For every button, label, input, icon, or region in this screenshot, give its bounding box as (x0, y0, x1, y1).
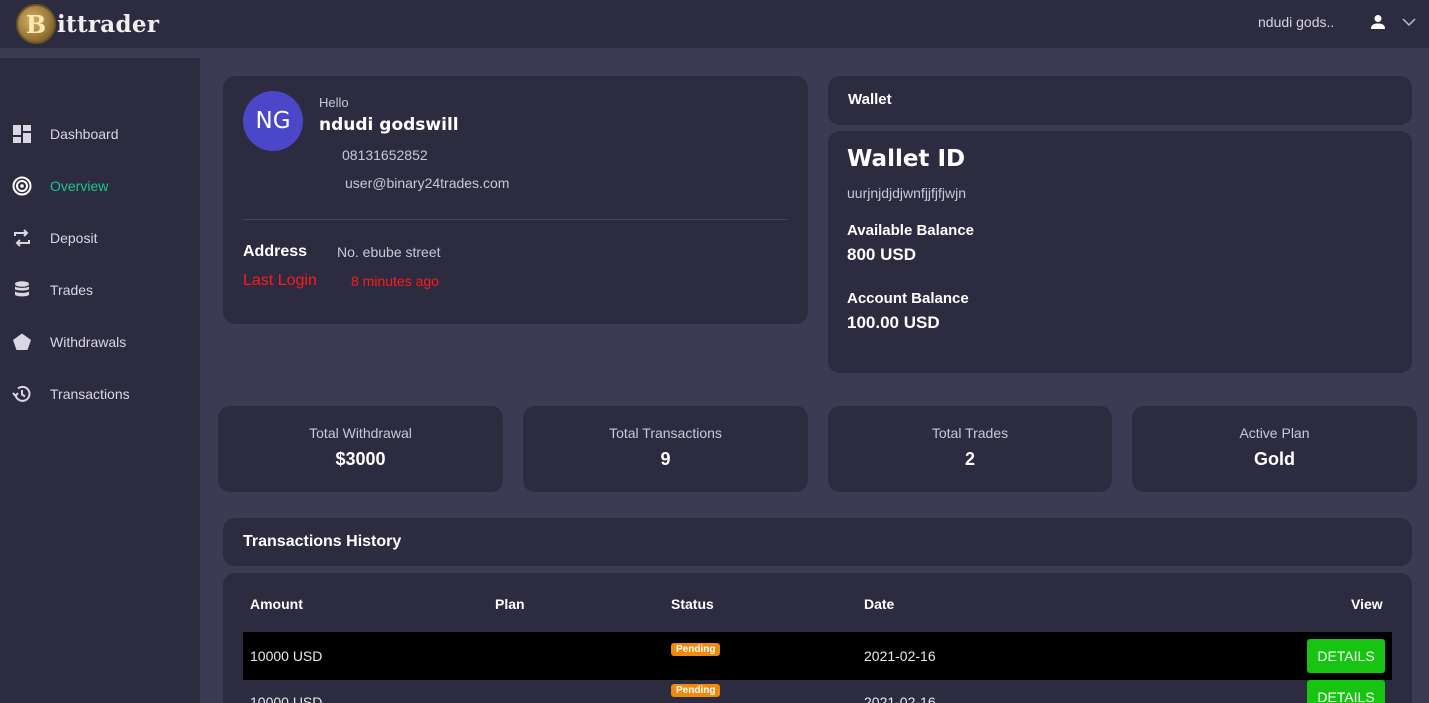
sidebar-item-label: Trades (50, 282, 94, 298)
avatar: NG (243, 91, 303, 151)
wallet-id-title: Wallet ID (847, 146, 966, 172)
profile-name: ndudi godswill (319, 115, 459, 135)
user-icon[interactable] (1370, 14, 1386, 30)
amount-cell: 10000 USD (250, 648, 323, 664)
brand-name: ittrader (57, 10, 160, 38)
table-row: 10000 USD Pending 2021-02-16 DETAILS (243, 632, 1392, 680)
wallet-heading: Wallet (848, 91, 892, 108)
profile-email: user@binary24trades.com (345, 175, 510, 191)
target-icon (12, 176, 32, 196)
last-login-value: 8 minutes ago (351, 273, 439, 289)
stat-active-plan: Active Plan Gold (1132, 406, 1417, 492)
sidebar-item-trades[interactable]: Trades (0, 270, 200, 310)
history-icon (12, 385, 31, 402)
transactions-table: Amount Plan Status Date View 10000 USD P… (223, 573, 1412, 703)
available-balance-value: 800 USD (847, 245, 916, 264)
sidebar-item-deposit[interactable]: Deposit (0, 218, 200, 258)
sidebar-item-label: Dashboard (50, 126, 119, 142)
sidebar-item-dashboard[interactable]: Dashboard (0, 114, 200, 154)
details-button[interactable]: DETAILS (1307, 639, 1385, 673)
profile-phone: 08131652852 (342, 147, 428, 163)
wallet-id-value: uurjnjdjdjwnfjjfjfjwjn (847, 185, 967, 201)
transactions-title: Transactions History (243, 533, 402, 550)
available-balance-label: Available Balance (847, 222, 975, 239)
details-button[interactable]: DETAILS (1307, 680, 1385, 703)
table-row: 10000 USD Pending 2021-02-16 DETAILS (243, 680, 1392, 703)
wallet-header-card: Wallet (828, 76, 1412, 125)
dashboard-icon (13, 125, 31, 143)
sidebar-item-label: Overview (50, 178, 109, 194)
brand-logo[interactable]: B ittrader (16, 4, 159, 44)
sidebar-item-label: Transactions (50, 386, 130, 402)
user-menu-name[interactable]: ndudi gods.. (1258, 14, 1334, 30)
date-cell: 2021-02-16 (864, 648, 936, 664)
stat-label: Active Plan (1239, 425, 1310, 441)
sidebar-item-label: Withdrawals (50, 334, 127, 350)
status-badge: Pending (671, 643, 721, 656)
amount-cell: 10000 USD (250, 694, 323, 703)
column-header-status: Status (671, 596, 714, 612)
greeting: Hello (319, 95, 349, 110)
column-header-plan: Plan (495, 596, 525, 612)
stat-total-trades: Total Trades 2 (828, 406, 1112, 492)
sidebar-item-transactions[interactable]: Transactions (0, 374, 200, 414)
stat-value: 2 (964, 449, 975, 469)
top-bar: B ittrader ndudi gods.. (0, 0, 1429, 48)
divider (243, 219, 788, 220)
address-label: Address (243, 243, 308, 260)
column-header-date: Date (864, 596, 895, 612)
account-balance-label: Account Balance (847, 290, 969, 307)
stat-value: 9 (660, 449, 671, 469)
repeat-icon (14, 229, 30, 247)
chevron-down-icon[interactable] (1402, 17, 1416, 27)
address-value: No. ebube street (337, 244, 441, 260)
stat-total-withdrawal: Total Withdrawal $3000 (218, 406, 503, 492)
stat-label: Total Withdrawal (309, 425, 412, 441)
sidebar-item-overview[interactable]: Overview (0, 166, 200, 206)
stat-label: Total Trades (931, 425, 1009, 441)
pentagon-icon (13, 333, 31, 350)
profile-card: NG Hello ndudi godswill 08131652852 user… (223, 76, 808, 324)
stat-value: Gold (1254, 449, 1295, 469)
status-badge: Pending (671, 684, 721, 697)
last-login-label: Last Login (243, 272, 317, 289)
transactions-header-card: Transactions History (223, 518, 1412, 566)
stat-label: Total Transactions (609, 425, 722, 441)
stat-value: $3000 (335, 449, 386, 469)
column-header-amount: Amount (250, 596, 303, 612)
sidebar-item-label: Deposit (50, 230, 98, 246)
date-cell: 2021-02-16 (864, 694, 936, 703)
bitcoin-coin-icon: B (16, 4, 56, 44)
account-balance-value: 100.00 USD (847, 313, 940, 332)
column-header-view: View (1351, 596, 1383, 612)
stat-total-transactions: Total Transactions 9 (523, 406, 808, 492)
wallet-card: Wallet ID uurjnjdjdjwnfjjfjfjwjn Availab… (828, 131, 1412, 373)
sidebar: Dashboard Overview Deposit Trades Withdr… (0, 58, 200, 703)
sidebar-item-withdrawals[interactable]: Withdrawals (0, 322, 200, 362)
database-icon (15, 281, 29, 297)
